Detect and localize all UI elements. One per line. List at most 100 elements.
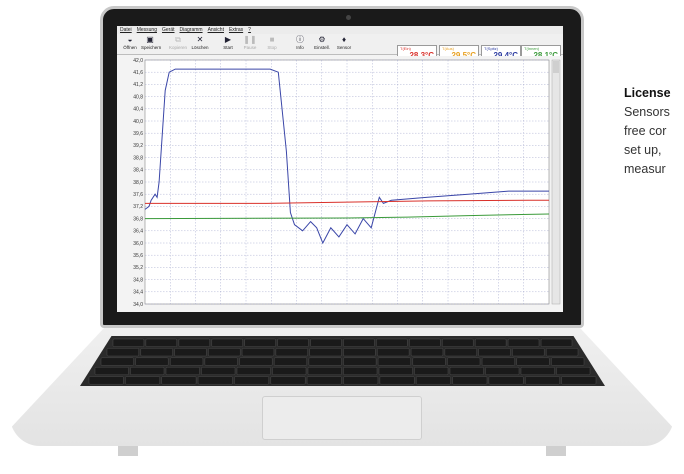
toolbar: ◒ Öffnen ▣ Speichern ⧉ Kopieren ✕ Lösche… <box>117 34 563 61</box>
menu-extras[interactable]: Extras <box>229 26 243 34</box>
y-tick-label: 37,6 <box>133 192 143 198</box>
keyboard-key <box>485 367 520 376</box>
trackpad <box>262 396 422 440</box>
keyboard-key <box>540 338 573 347</box>
keyboard-key <box>112 338 145 347</box>
keyboard-key <box>414 367 449 376</box>
keyboard-key <box>309 348 342 357</box>
y-tick-label: 42,0 <box>133 58 143 64</box>
keyboard-key <box>197 376 233 385</box>
y-tick-label: 36,8 <box>133 216 143 222</box>
menu-messung[interactable]: Messung <box>137 26 157 34</box>
keyboard-key <box>377 348 410 357</box>
keyboard-key <box>475 338 507 347</box>
menu-help[interactable]: ? <box>248 26 251 34</box>
keyboard-key <box>447 357 481 366</box>
keyboard-key <box>236 367 271 376</box>
side-line: set up, <box>624 143 662 157</box>
keyboard-key <box>343 376 379 385</box>
scrollbar-thumb <box>553 61 559 73</box>
y-tick-label: 40,4 <box>133 107 143 113</box>
laptop-foot <box>118 446 138 456</box>
start-button[interactable]: ▶ Start <box>219 35 237 52</box>
keyboard-key <box>201 367 236 376</box>
keyboard-key <box>277 338 309 347</box>
keyboard-key <box>452 376 488 385</box>
keyboard-key <box>270 376 306 385</box>
vertical-scrollbar <box>551 59 561 305</box>
info-button[interactable]: ⓘ Info <box>291 35 309 52</box>
keyboard-key <box>409 338 441 347</box>
keyboard-key <box>145 338 178 347</box>
keyboard-key <box>378 367 413 376</box>
laptop-foot <box>546 446 566 456</box>
keyboard-key <box>241 348 275 357</box>
keyboard-key <box>170 357 204 366</box>
keyboard-key <box>174 348 207 357</box>
side-line: free cor <box>624 124 667 138</box>
keyboard-keys <box>88 338 597 385</box>
save-icon: ▣ <box>146 35 154 44</box>
menu-ansicht[interactable]: Ansicht <box>208 26 224 34</box>
y-tick-label: 41,2 <box>133 82 143 88</box>
keyboard-key <box>244 338 276 347</box>
sensor-button[interactable]: ♦ Sensor <box>335 35 353 52</box>
side-line: measur <box>624 162 666 176</box>
menu-datei[interactable]: Datei <box>120 26 132 34</box>
keyboard-key <box>488 376 524 385</box>
keyboard-key <box>306 376 342 385</box>
temperature-chart: 42,0 41,6 41,2 40,8 40,4 40,0 39,6 39,2 38,8 38,4… <box>117 56 563 312</box>
keyboard-key <box>208 348 241 357</box>
keyboard-key <box>310 338 342 347</box>
y-tick-label: 35,2 <box>133 265 143 271</box>
delete-button[interactable]: ✕ Löschen <box>191 35 209 52</box>
keyboard-key <box>343 357 377 366</box>
y-tick-label: 37,2 <box>133 204 143 210</box>
stop-button[interactable]: ■ Stop <box>263 35 281 52</box>
copy-icon: ⧉ <box>175 35 181 44</box>
pause-button[interactable]: ❚❚ Pause <box>241 35 259 52</box>
keyboard-key <box>379 376 415 385</box>
keyboard-key <box>140 348 173 357</box>
keyboard-key <box>377 357 411 366</box>
keyboard-key <box>204 357 238 366</box>
keyboard-key <box>165 367 200 376</box>
y-tick-label: 34,4 <box>133 290 143 296</box>
y-tick-label: 36,0 <box>133 241 143 247</box>
keyboard-key <box>546 348 579 357</box>
stop-icon: ■ <box>269 35 275 44</box>
info-icon: ⓘ <box>296 35 304 44</box>
copy-button[interactable]: ⧉ Kopieren <box>169 35 187 52</box>
menu-bar: Datei Messung Gerät Diagramm Ansicht Ext… <box>117 26 563 34</box>
menu-diagramm[interactable]: Diagramm <box>180 26 203 34</box>
keyboard <box>80 336 605 386</box>
keyboard-key <box>307 367 342 376</box>
keyboard-key <box>412 357 446 366</box>
y-tick-label: 38,8 <box>133 155 143 161</box>
keyboard-key <box>234 376 269 385</box>
keyboard-key <box>161 376 197 385</box>
open-button[interactable]: ◒ Öffnen <box>121 35 139 52</box>
settings-button[interactable]: ⚙ Einstell. <box>313 35 331 52</box>
menu-geraet[interactable]: Gerät <box>162 26 175 34</box>
laptop-mockup: License Sensors free cor set up, measur … <box>0 0 684 474</box>
keyboard-key <box>525 376 560 385</box>
keyboard-key <box>551 357 585 366</box>
keyboard-key <box>507 338 540 347</box>
keyboard-key <box>516 357 550 366</box>
keyboard-key <box>343 348 376 357</box>
keyboard-key <box>135 357 169 366</box>
save-button[interactable]: ▣ Speichern <box>141 35 161 52</box>
y-tick-label: 41,6 <box>133 70 143 76</box>
keyboard-key <box>308 357 342 366</box>
keyboard-key <box>556 367 591 376</box>
side-description: License Sensors free cor set up, measur <box>624 84 684 179</box>
keyboard-key <box>478 348 511 357</box>
keyboard-key <box>343 367 378 376</box>
webcam <box>346 15 351 20</box>
keyboard-key <box>100 357 134 366</box>
keyboard-key <box>272 367 307 376</box>
keyboard-key <box>88 376 124 385</box>
settings-icon: ⚙ <box>318 35 326 44</box>
y-tick-label: 39,6 <box>133 131 143 137</box>
